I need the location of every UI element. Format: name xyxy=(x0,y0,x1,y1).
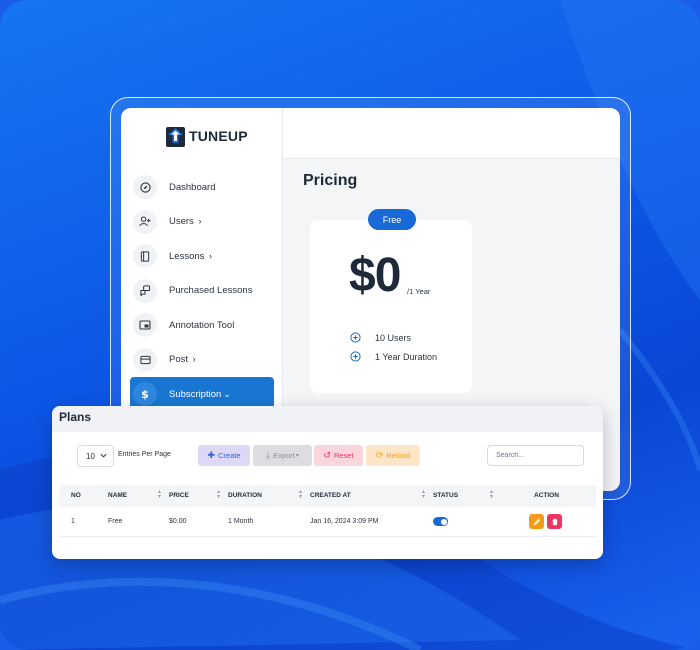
sidebar-item-label: Lessons › xyxy=(169,250,213,262)
user-add-icon xyxy=(133,209,157,234)
status-toggle[interactable] xyxy=(433,517,448,526)
compass-icon xyxy=(133,175,157,200)
download-icon: ⤓ xyxy=(266,450,271,460)
cell-duration: 1 Month xyxy=(228,518,254,525)
column-header-status[interactable]: STATUS xyxy=(433,492,458,499)
column-header-created-at[interactable]: CREATED AT xyxy=(310,492,351,499)
refresh-icon: ⟳ xyxy=(375,450,384,460)
plan-feature-label: 10 Users xyxy=(375,332,412,343)
svg-text:$: $ xyxy=(141,388,149,400)
post-icon xyxy=(133,347,157,372)
trash-icon xyxy=(552,518,557,525)
chat-bubbles-icon xyxy=(133,278,157,303)
plans-title: Plans xyxy=(59,410,92,424)
sidebar-item-annotation-tool[interactable]: Annotation Tool xyxy=(130,308,274,343)
plan-card: Free $0 /1 Year 10 Users 1 Year Duration xyxy=(310,209,472,393)
plan-period: /1 Year xyxy=(407,287,431,296)
column-header-name[interactable]: NAME xyxy=(108,492,127,499)
cell-created-at: Jan 16, 2024 3:09 PM xyxy=(310,518,379,525)
column-header-no[interactable]: NO xyxy=(71,492,81,499)
sidebar-item-label: Subscription ⌄ xyxy=(169,388,231,400)
edit-icon xyxy=(533,518,540,525)
plus-circle-icon xyxy=(350,332,361,343)
sort-icon[interactable]: ▴ ▾ xyxy=(158,489,161,500)
column-header-action: ACTION xyxy=(534,492,559,499)
plan-feature: 10 Users xyxy=(350,332,411,343)
plan-feature-label: 1 Year Duration xyxy=(375,351,438,362)
column-header-duration[interactable]: DURATION xyxy=(228,492,262,499)
entries-per-page-label: Entries Per Page xyxy=(118,451,171,458)
cell-name: Free xyxy=(108,518,123,525)
create-button[interactable]: ✚ Create xyxy=(198,445,250,466)
top-bar xyxy=(283,108,620,159)
plan-badge: Free xyxy=(368,209,416,230)
sort-icon[interactable]: ▴ ▾ xyxy=(217,489,220,500)
sidebar-item-dashboard[interactable]: Dashboard xyxy=(130,170,274,205)
sort-icon[interactable]: ▴ ▾ xyxy=(422,489,425,500)
sidebar-nav: Dashboard Users › Lessons › Purchased Le… xyxy=(130,170,274,412)
sidebar-item-label: Annotation Tool xyxy=(169,319,235,331)
cell-no: 1 xyxy=(71,518,75,525)
plans-header: Plans xyxy=(52,406,603,432)
brand-name: TUNEUP xyxy=(189,128,248,144)
export-button[interactable]: ⤓ Export ▾ xyxy=(253,445,312,466)
plus-icon: ✚ xyxy=(207,450,216,460)
sidebar-item-label: Post › xyxy=(169,354,196,366)
sidebar-item-purchased-lessons[interactable]: Purchased Lessons xyxy=(130,274,274,309)
chevron-down-icon xyxy=(100,453,107,458)
dollar-icon: $ xyxy=(133,382,157,407)
sort-icon[interactable]: ▴ ▾ xyxy=(490,489,493,500)
sidebar-item-label: Purchased Lessons xyxy=(169,285,253,297)
sidebar-item-lessons[interactable]: Lessons › xyxy=(130,239,274,274)
sidebar-item-users[interactable]: Users › xyxy=(130,205,274,240)
sidebar-item-post[interactable]: Post › xyxy=(130,343,274,378)
sidebar-item-label: Dashboard xyxy=(169,181,216,193)
plus-circle-icon xyxy=(350,351,361,362)
sidebar-item-label: Users › xyxy=(169,216,202,228)
plans-panel: Plans 10 Entries Per Page ✚ Create ⤓ Expor… xyxy=(52,406,603,559)
plan-price: $0 xyxy=(349,249,401,302)
plan-feature: 1 Year Duration xyxy=(350,351,437,362)
table-row: 1 Free $0.00 1 Month Jan 16, 2024 3:09 P… xyxy=(59,507,596,537)
cell-price: $0.00 xyxy=(169,518,187,525)
table-header: NO NAME ▴ ▾ PRICE ▴ ▾ DURATION ▴ ▾ CREATED … xyxy=(59,485,596,507)
edit-button[interactable] xyxy=(529,514,544,529)
logo: TUNEUP xyxy=(165,124,248,148)
column-header-price[interactable]: PRICE xyxy=(169,492,189,499)
reset-button[interactable]: ↺ Reset xyxy=(314,445,363,466)
search-input[interactable] xyxy=(487,445,584,466)
tuneup-logo-icon xyxy=(166,127,185,147)
reload-button[interactable]: ⟳ Reload xyxy=(366,445,420,466)
delete-button[interactable] xyxy=(547,514,562,529)
book-icon xyxy=(133,244,157,269)
undo-icon: ↺ xyxy=(323,450,331,460)
sort-icon[interactable]: ▴ ▾ xyxy=(299,489,302,500)
page-title: Pricing xyxy=(303,172,358,189)
screen-icon xyxy=(133,313,157,338)
entries-per-page-select[interactable]: 10 xyxy=(77,445,114,467)
